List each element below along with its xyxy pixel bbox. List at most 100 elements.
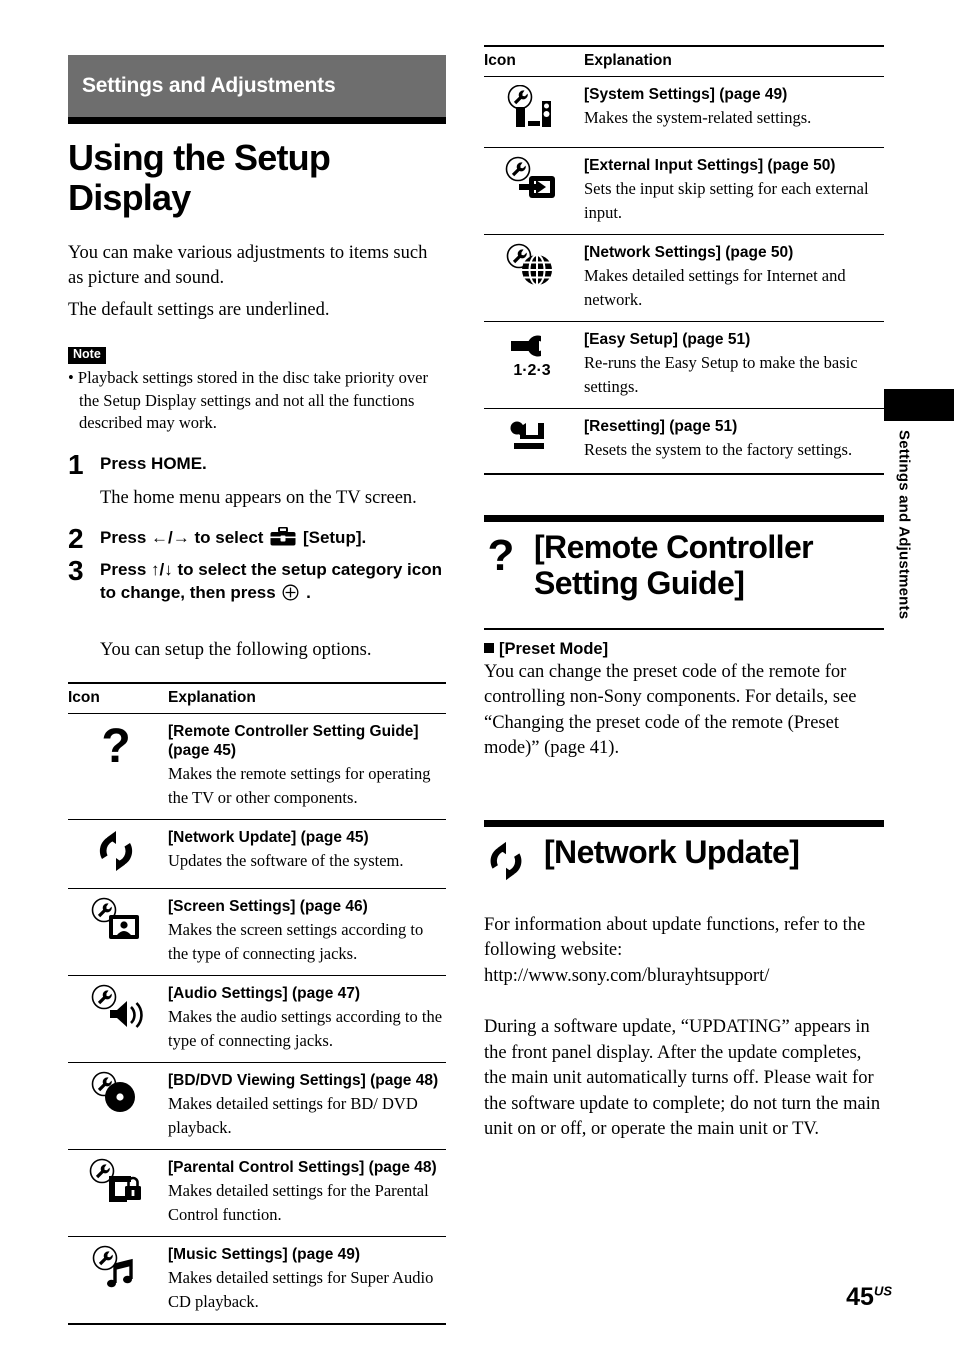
side-tab-label: Settings and Adjustments bbox=[895, 430, 913, 620]
option-title: [Screen Settings] (page 46) bbox=[168, 898, 368, 916]
option-desc: Makes detailed settings for the Parental… bbox=[168, 1181, 429, 1225]
svg-text:?: ? bbox=[101, 722, 130, 773]
row-icon-cell bbox=[68, 1062, 164, 1151]
question-mark-icon: ? bbox=[94, 722, 138, 776]
row-text-cell: [Easy Setup] (page 51) Re-runs the Easy … bbox=[580, 321, 884, 409]
table-row: [Music Settings] (page 49) Makes detaile… bbox=[68, 1236, 446, 1326]
setup-options-table-left: Icon Explanation ? [Remote Controller Se bbox=[68, 681, 446, 1326]
row-icon-cell bbox=[68, 1149, 164, 1238]
column-header-explanation: Explanation bbox=[580, 45, 884, 77]
remote-controller-section: ? [Remote Controller Setting Guide] [Pre… bbox=[484, 514, 884, 762]
table-row: [External Input Settings] (page 50) Sets… bbox=[484, 147, 884, 235]
step-heading-after: [Setup]. bbox=[302, 528, 367, 548]
page-title: Using the Setup Display bbox=[68, 137, 331, 219]
step-heading: Press ←/→ to select [Setup]. bbox=[100, 527, 446, 549]
option-title: [Network Update] (page 45) bbox=[168, 829, 369, 847]
table-row: [Resetting] (page 51) Resets the system … bbox=[484, 408, 884, 475]
step-number: 1 bbox=[68, 449, 84, 481]
row-text-cell: [Network Update] (page 45) Updates the s… bbox=[164, 819, 446, 890]
row-icon-cell bbox=[484, 408, 580, 475]
screen-settings-icon bbox=[88, 897, 144, 945]
external-input-settings-icon bbox=[503, 156, 561, 204]
step-heading-before: Press ↑/↓ to select the setup category i… bbox=[100, 560, 443, 602]
note-badge: Note bbox=[68, 347, 106, 364]
network-update-icon bbox=[484, 839, 528, 883]
column-header-explanation: Explanation bbox=[164, 681, 446, 714]
bullet-square-icon bbox=[484, 642, 494, 653]
column-header-icon: Icon bbox=[68, 681, 164, 714]
table-row: ? [Remote Controller Setting Guide] (pag… bbox=[68, 713, 446, 821]
row-text-cell: [Audio Settings] (page 47) Makes the aud… bbox=[164, 975, 446, 1064]
easy-setup-icon: 1·2·3 bbox=[503, 330, 561, 380]
folio-region: US bbox=[873, 1283, 892, 1299]
section-heading: [Network Update] bbox=[484, 833, 884, 883]
audio-settings-icon bbox=[88, 984, 144, 1032]
banner-rule bbox=[68, 117, 446, 124]
row-icon-cell bbox=[68, 819, 164, 890]
option-desc: Makes the audio settings according to th… bbox=[168, 1007, 443, 1051]
preset-mode-heading: [Preset Mode] bbox=[484, 640, 884, 659]
table-row: [Audio Settings] (page 47) Makes the aud… bbox=[68, 975, 446, 1064]
option-title: [Parental Control Settings] (page 48) bbox=[168, 1159, 437, 1177]
section-title: [Network Update] bbox=[544, 833, 800, 870]
section-title: [Remote Controller Setting Guide] bbox=[534, 528, 814, 601]
network-settings-icon bbox=[504, 243, 560, 291]
row-icon-cell bbox=[68, 975, 164, 1064]
row-text-cell: [BD/DVD Viewing Settings] (page 48) Make… bbox=[164, 1062, 446, 1151]
parental-control-settings-icon bbox=[87, 1158, 145, 1206]
option-desc: Re-runs the Easy Setup to make the basic… bbox=[584, 352, 858, 396]
note-text: • Playback settings stored in the disc t… bbox=[68, 367, 428, 433]
table-row: [BD/DVD Viewing Settings] (page 48) Make… bbox=[68, 1062, 446, 1151]
option-title: [Resetting] (page 51) bbox=[584, 417, 738, 435]
option-desc: Sets the input skip setting for each ext… bbox=[584, 178, 869, 222]
option-title: [System Settings] (page 49) bbox=[584, 86, 788, 103]
svg-text:1·2·3: 1·2·3 bbox=[513, 362, 550, 379]
enter-button-icon bbox=[282, 584, 299, 601]
steps-list: 1 Press HOME. The home menu appears on t… bbox=[68, 449, 446, 604]
step-number: 2 bbox=[68, 523, 84, 555]
section-heading: ? [Remote Controller Setting Guide] bbox=[484, 528, 884, 602]
subsection-rule bbox=[484, 627, 884, 630]
intro-line-2: The default settings are underlined. bbox=[68, 299, 330, 320]
row-icon-cell: 1·2·3 bbox=[484, 321, 580, 409]
manual-page: Settings and Adjustments Using the Setup… bbox=[0, 0, 954, 1352]
network-update-section: [Network Update] For information about u… bbox=[484, 819, 884, 1143]
row-text-cell: [Resetting] (page 51) Resets the system … bbox=[580, 408, 884, 475]
row-icon-cell: ? bbox=[68, 713, 164, 821]
page-number: 45US bbox=[846, 1283, 892, 1312]
row-text-cell: [Screen Settings] (page 46) Makes the sc… bbox=[164, 888, 446, 977]
step-heading-after: . bbox=[306, 582, 311, 602]
row-text-cell: [Network Settings] (page 50) Makes detai… bbox=[580, 234, 884, 322]
network-update-body-2: During a software update, “UPDATING” app… bbox=[484, 1017, 881, 1140]
table-row: 1·2·3 [Easy Setup] (page 51) Re-runs the… bbox=[484, 321, 884, 409]
table-row: [Screen Settings] (page 46) Makes the sc… bbox=[68, 888, 446, 977]
option-title: [External Input Settings] (page 50) bbox=[584, 157, 836, 174]
network-update-icon bbox=[93, 828, 139, 874]
chapter-title: Settings and Adjustments bbox=[82, 74, 336, 97]
folio-number: 45 bbox=[846, 1283, 874, 1311]
music-settings-icon bbox=[90, 1245, 142, 1293]
option-desc: Makes the remote settings for operating … bbox=[168, 764, 431, 808]
row-text-cell: [Parental Control Settings] (page 48) Ma… bbox=[164, 1149, 446, 1238]
row-icon-cell bbox=[484, 147, 580, 235]
left-column: Settings and Adjustments Using the Setup… bbox=[68, 55, 446, 1326]
option-desc: Makes detailed settings for Super Audio … bbox=[168, 1268, 434, 1312]
system-settings-icon bbox=[504, 85, 560, 133]
side-tab: Settings and Adjustments bbox=[884, 430, 924, 730]
row-text-cell: [Music Settings] (page 49) Makes detaile… bbox=[164, 1236, 446, 1326]
step-heading: Press ↑/↓ to select the setup category i… bbox=[100, 559, 446, 604]
row-icon-cell bbox=[484, 234, 580, 322]
option-desc: Makes detailed settings for BD/ DVD play… bbox=[168, 1094, 418, 1138]
step-3: 3 Press ↑/↓ to select the setup category… bbox=[68, 557, 446, 604]
option-desc: Makes detailed settings for Internet and… bbox=[584, 265, 846, 309]
row-icon-cell bbox=[68, 1236, 164, 1326]
option-desc: Makes the system-related settings. bbox=[584, 107, 812, 127]
intro-line-1: You can make various adjustments to item… bbox=[68, 242, 428, 289]
network-update-body-1: For information about update functions, … bbox=[484, 914, 866, 986]
table-row: [System Settings] (page 49) Makes the sy… bbox=[484, 76, 884, 148]
option-title: [Audio Settings] (page 47) bbox=[168, 985, 361, 1003]
section-rule bbox=[484, 514, 884, 522]
column-header-icon: Icon bbox=[484, 45, 580, 77]
side-tab-block bbox=[884, 389, 954, 421]
option-title: [Remote Controller Setting Guide] (page … bbox=[168, 722, 419, 760]
